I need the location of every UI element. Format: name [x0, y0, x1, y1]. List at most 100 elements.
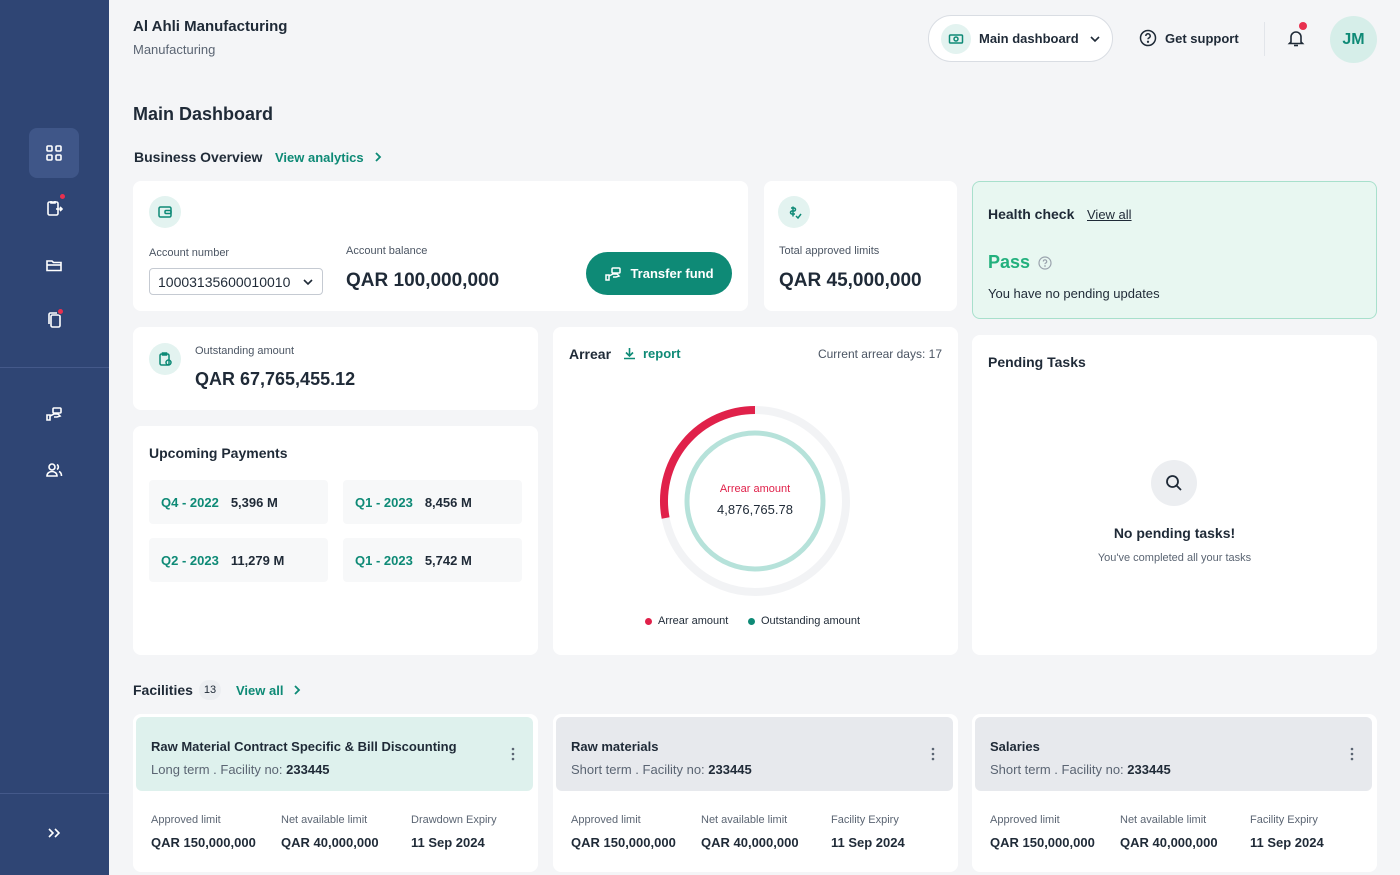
facility-col: Net available limit QAR 40,000,000	[281, 814, 379, 850]
arrear-days: Current arrear days: 17	[817, 347, 942, 361]
facility-header: Raw materials Short term . Facility no: …	[556, 717, 953, 791]
avatar[interactable]: JM	[1330, 16, 1377, 63]
legend-outstanding: Outstanding amount	[748, 615, 860, 627]
hand-transfer-icon	[605, 266, 622, 281]
payment-value: 8,456 M	[424, 494, 472, 510]
sidebar-divider	[0, 367, 109, 368]
arrear-report-link[interactable]: report	[622, 346, 681, 361]
hand-cash-icon	[46, 407, 62, 421]
arrear-report-label: report	[643, 346, 681, 361]
facility-col: Net available limit QAR 40,000,000	[1120, 814, 1218, 850]
help-circle-icon	[1139, 29, 1157, 47]
facility-col-label: Net available limit	[1120, 814, 1207, 826]
users-icon	[46, 463, 63, 477]
facility-term: Long term	[151, 762, 210, 777]
transfer-document-icon	[47, 201, 63, 216]
company-name: Al Ahli Manufacturing	[133, 18, 288, 35]
payment-tile[interactable]: Q1 - 2023 8,456 M	[343, 480, 522, 524]
facility-no-label: Facility no:	[642, 762, 705, 777]
facility-name: Raw Material Contract Specific & Bill Di…	[151, 739, 457, 754]
bell-icon	[1287, 31, 1305, 47]
sidebar-item-transfers[interactable]	[29, 183, 79, 233]
facility-col-value: 11 Sep 2024	[411, 835, 485, 850]
view-analytics-link[interactable]: View analytics	[275, 149, 386, 165]
sidebar-item-folders[interactable]	[29, 240, 79, 290]
more-vertical-icon[interactable]	[931, 747, 935, 761]
account-number-select[interactable]: 10003135600010010	[149, 268, 323, 295]
arrear-title: Arrear	[569, 346, 612, 362]
payment-quarter: Q1 - 2023	[355, 552, 413, 568]
upcoming-payments-title: Upcoming Payments	[149, 445, 288, 461]
notification-dot	[57, 308, 64, 315]
pending-tasks-title: Pending Tasks	[988, 354, 1086, 370]
approved-limits-label: Total approved limits	[779, 245, 880, 257]
health-view-all-link[interactable]: View all	[1087, 207, 1132, 222]
facility-name: Raw materials	[571, 739, 659, 754]
facility-col-label: Approved limit	[571, 814, 641, 826]
download-icon	[624, 348, 635, 360]
notifications-button[interactable]	[1286, 28, 1306, 53]
facility-col-value: QAR 40,000,000	[1120, 835, 1218, 850]
more-vertical-icon[interactable]	[1350, 747, 1354, 761]
payment-quarter: Q1 - 2023	[355, 494, 413, 510]
sidebar-item-documents[interactable]	[29, 295, 79, 345]
facility-col-value: QAR 150,000,000	[571, 835, 676, 850]
health-status-label: Pass	[988, 252, 1031, 272]
facility-header: Raw Material Contract Specific & Bill Di…	[136, 717, 533, 791]
chevron-right-icon	[375, 152, 381, 162]
facility-col-value: QAR 40,000,000	[281, 835, 379, 850]
expand-sidebar-button[interactable]	[29, 808, 79, 858]
get-support-label: Get support	[1165, 30, 1239, 46]
sidebar-item-dashboard[interactable]	[29, 128, 79, 178]
payment-tile[interactable]: Q2 - 2023 11,279 M	[149, 538, 328, 582]
facilities-title: Facilities	[133, 682, 193, 698]
cash-icon	[941, 23, 971, 54]
account-balance-value: QAR 100,000,000	[346, 270, 500, 291]
facility-card[interactable]: Salaries Short term . Facility no: 23344…	[972, 714, 1377, 872]
sidebar-item-payments[interactable]	[29, 389, 79, 439]
transfer-fund-button[interactable]: Transfer fund	[586, 252, 732, 295]
payment-tile[interactable]: Q1 - 2023 5,742 M	[343, 538, 522, 582]
facility-col: Facility Expiry 11 Sep 2024	[831, 814, 905, 850]
facility-col-value: QAR 150,000,000	[990, 835, 1095, 850]
grid-icon	[46, 145, 62, 161]
page-title: Main Dashboard	[133, 104, 274, 124]
facility-no: 233445	[708, 762, 752, 777]
donut-center-label: Arrear amount	[719, 483, 791, 495]
facility-col: Approved limit QAR 150,000,000	[990, 814, 1095, 850]
facility-col: Facility Expiry 11 Sep 2024	[1250, 814, 1324, 850]
wallet-icon	[149, 196, 181, 228]
outstanding-label: Outstanding amount	[195, 345, 295, 357]
facilities-view-all-link[interactable]: View all	[236, 682, 305, 698]
facility-meta: Short term . Facility no: 233445	[990, 762, 1171, 777]
facility-card[interactable]: Raw Material Contract Specific & Bill Di…	[133, 714, 538, 872]
facility-term: Short term	[571, 762, 632, 777]
legend-arrear: Arrear amount	[645, 615, 728, 627]
payment-value: 11,279 M	[230, 552, 285, 568]
facility-col-label: Approved limit	[990, 814, 1060, 826]
approved-limits-value: QAR 45,000,000	[779, 270, 922, 291]
outstanding-card: Outstanding amount QAR 67,765,455.12	[133, 327, 538, 410]
chevron-right-icon	[294, 685, 301, 695]
facility-col-label: Facility Expiry	[1250, 814, 1318, 826]
facility-col-label: Approved limit	[151, 814, 221, 826]
facility-col: Approved limit QAR 150,000,000	[151, 814, 256, 850]
business-overview-title: Business Overview	[134, 149, 263, 165]
dashboard-select[interactable]: Main dashboard	[928, 15, 1113, 62]
facility-col: Net available limit QAR 40,000,000	[701, 814, 799, 850]
health-check-card: Health check View all Pass You have no p…	[972, 181, 1377, 319]
help-circle-icon[interactable]	[1038, 255, 1052, 270]
facility-col-label: Drawdown Expiry	[411, 814, 497, 826]
facilities-view-all-label: View all	[236, 682, 284, 698]
facility-col: Approved limit QAR 150,000,000	[571, 814, 676, 850]
facility-card[interactable]: Raw materials Short term . Facility no: …	[553, 714, 958, 872]
payment-tile[interactable]: Q4 - 2022 5,396 M	[149, 480, 328, 524]
sidebar-item-users[interactable]	[29, 445, 79, 495]
more-vertical-icon[interactable]	[511, 747, 515, 761]
facility-meta: Short term . Facility no: 233445	[571, 762, 752, 777]
facility-col-value: QAR 150,000,000	[151, 835, 256, 850]
empty-state-subtitle: You've completed all your tasks	[1097, 552, 1252, 564]
notification-dot	[1299, 22, 1307, 30]
donut-center-value: 4,876,765.78	[717, 502, 793, 517]
get-support-button[interactable]: Get support	[1139, 29, 1239, 47]
